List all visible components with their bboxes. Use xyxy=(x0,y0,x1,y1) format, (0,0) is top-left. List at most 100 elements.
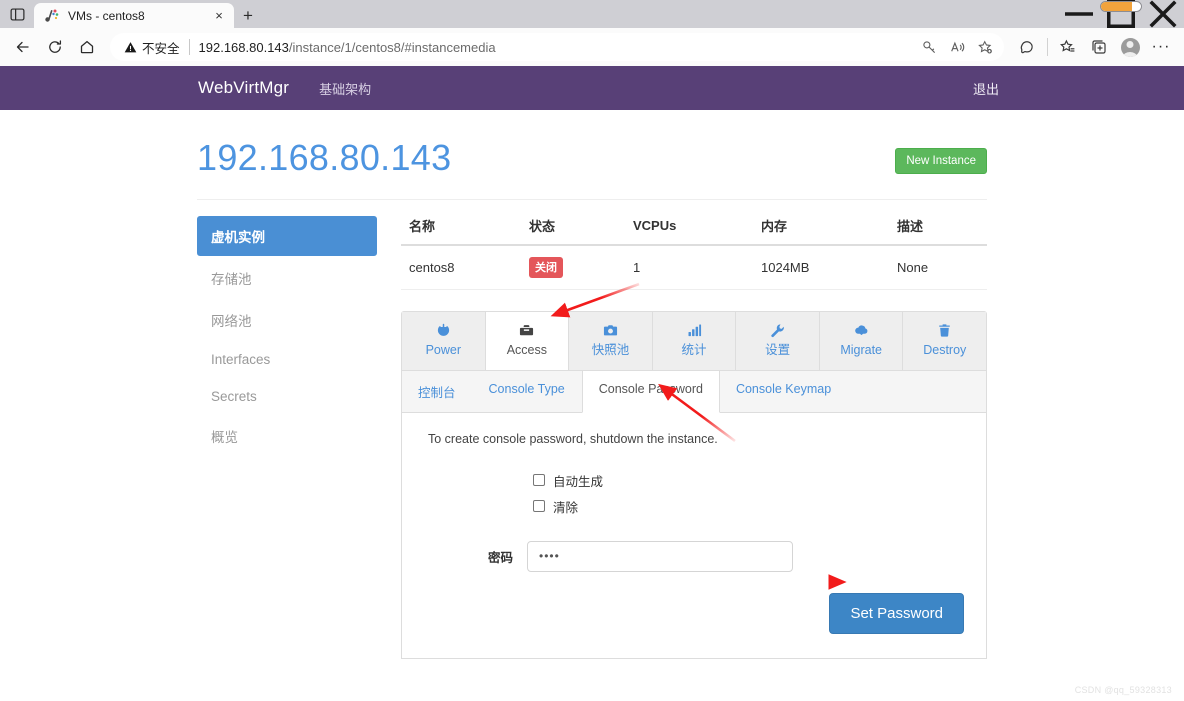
back-arrow-icon[interactable] xyxy=(8,32,38,62)
checkbox-row-clear[interactable]: 清除 xyxy=(422,497,966,516)
subtab-console[interactable]: 控制台 xyxy=(402,371,473,412)
cell-instance-memory: 1024MB xyxy=(753,244,889,290)
address-bar[interactable]: 不安全 192.168.80.143/instance/1/centos8/#i… xyxy=(110,33,1004,61)
tab-access-label: Access xyxy=(506,342,548,357)
power-icon xyxy=(402,321,485,338)
omnibox-actions xyxy=(916,34,998,60)
tab-power-label: Power xyxy=(425,342,461,357)
wrench-icon xyxy=(736,321,819,338)
clear-checkbox[interactable] xyxy=(533,500,545,513)
app-navbar: WebVirtMgr 基础架构 退出 xyxy=(0,66,1184,110)
subtab-console-type[interactable]: Console Type xyxy=(473,371,582,412)
cloud-download-icon xyxy=(820,321,903,338)
subtab-console-keymap[interactable]: Console Keymap xyxy=(720,371,848,412)
column-header-description: 描述 xyxy=(889,215,987,246)
read-aloud-icon[interactable] xyxy=(944,34,970,60)
toolbar-divider xyxy=(1047,38,1048,56)
window-snap-indicator xyxy=(1100,1,1142,12)
watermark-text: CSDN @qq_59328313 xyxy=(1074,685,1172,695)
sidebar-item-interfaces[interactable]: Interfaces xyxy=(197,342,377,377)
sidebar-item-instances[interactable]: 虚机实例 xyxy=(197,215,377,256)
browser-toolbar: 不安全 192.168.80.143/instance/1/centos8/#i… xyxy=(0,28,1184,66)
sidebar-item-overview[interactable]: 概览 xyxy=(197,416,377,456)
home-icon[interactable] xyxy=(72,32,102,62)
camera-icon xyxy=(569,321,652,338)
column-header-state: 状态 xyxy=(521,215,625,246)
app-brand[interactable]: WebVirtMgr xyxy=(198,78,289,98)
add-favorite-star-icon[interactable] xyxy=(972,34,998,60)
tab-snapshots-label: 快照池 xyxy=(591,342,630,357)
nav-link-infrastructure[interactable]: 基础架构 xyxy=(319,79,371,98)
page-container: 192.168.80.143 New Instance 虚机实例 存储池 网络池… xyxy=(197,110,987,659)
window-minimize-button[interactable] xyxy=(1058,0,1100,28)
nav-logout-link[interactable]: 退出 xyxy=(973,79,999,98)
browser-titlebar: VMs - centos8 × + xyxy=(0,0,1184,28)
autogenerate-label: 自动生成 xyxy=(553,474,604,489)
tab-close-icon[interactable]: × xyxy=(210,7,228,25)
tab-statistics-label: 统计 xyxy=(681,342,707,357)
tab-destroy[interactable]: Destroy xyxy=(903,311,987,370)
bar-chart-icon xyxy=(653,321,736,338)
browser-window: VMs - centos8 × + 不安全 192.168.80.143/ins… xyxy=(0,0,1184,701)
autogenerate-checkbox[interactable] xyxy=(533,474,545,487)
tab-settings-label: 设置 xyxy=(765,342,791,357)
url-path: /instance/1/centos8/#instancemedia xyxy=(288,39,496,55)
console-subtabs: 控制台 Console Type Console Password Consol… xyxy=(402,370,986,413)
new-tab-button[interactable]: + xyxy=(234,3,262,28)
collections-icon[interactable] xyxy=(1084,32,1114,62)
tab-destroy-label: Destroy xyxy=(923,342,967,357)
column-header-vcpus: VCPUs xyxy=(625,215,753,246)
subtab-console-password[interactable]: Console Password xyxy=(581,370,720,413)
trash-icon xyxy=(903,321,986,338)
profile-avatar-icon[interactable] xyxy=(1115,32,1145,62)
tab-title: VMs - centos8 xyxy=(68,8,145,23)
content-area: 名称 状态 VCPUs 内存 描述 centos8 关闭 1 1024MB No… xyxy=(377,215,987,659)
tab-snapshots[interactable]: 快照池 xyxy=(569,311,653,370)
cell-instance-description: None xyxy=(889,244,987,290)
password-field-row: 密码 •••• xyxy=(422,540,966,572)
header-divider xyxy=(197,198,987,200)
copilot-icon[interactable] xyxy=(1012,32,1042,62)
omnibox-divider xyxy=(188,39,190,55)
table-row[interactable]: centos8 关闭 1 1024MB None xyxy=(401,244,987,290)
more-dots-icon: ··· xyxy=(1151,38,1171,55)
clear-label: 清除 xyxy=(553,500,579,515)
column-header-memory: 内存 xyxy=(753,215,889,246)
access-panel: 控制台 Console Type Console Password Consol… xyxy=(401,370,987,659)
sidebar-item-network[interactable]: 网络池 xyxy=(197,300,377,340)
tab-migrate-label: Migrate xyxy=(840,342,883,357)
browser-tab[interactable]: VMs - centos8 × xyxy=(34,3,234,28)
toolbar-right-group: ··· xyxy=(1012,32,1176,62)
tab-access[interactable]: Access xyxy=(485,311,570,370)
column-header-name: 名称 xyxy=(401,215,521,246)
tab-sidebar-icon[interactable] xyxy=(0,0,34,28)
key-icon[interactable] xyxy=(916,34,942,60)
tab-power[interactable]: Power xyxy=(402,311,486,370)
window-close-button[interactable] xyxy=(1142,0,1184,28)
tab-settings[interactable]: 设置 xyxy=(736,311,820,370)
table-header-row: 名称 状态 VCPUs 内存 描述 xyxy=(401,215,987,246)
window-maximize-button[interactable] xyxy=(1100,0,1142,28)
cell-instance-vcpus: 1 xyxy=(625,244,753,290)
new-instance-button[interactable]: New Instance xyxy=(895,148,987,174)
password-field-label: 密码 xyxy=(487,550,513,565)
instance-tabstrip: Power Access 快照池 统计 设置 Migrate Destroy xyxy=(401,310,987,371)
shutdown-hint-text: To create console password, shutdown the… xyxy=(428,431,718,446)
cell-instance-name[interactable]: centos8 xyxy=(401,244,521,290)
briefcase-icon xyxy=(486,321,569,338)
url-text: 192.168.80.143/instance/1/centos8/#insta… xyxy=(199,40,910,55)
checkbox-row-autogenerate[interactable]: 自动生成 xyxy=(422,471,966,490)
set-password-button[interactable]: Set Password xyxy=(829,592,964,634)
refresh-icon[interactable] xyxy=(40,32,70,62)
submit-row: Set Password xyxy=(422,592,966,634)
sidebar-item-secrets[interactable]: Secrets xyxy=(197,379,377,414)
warning-triangle-icon[interactable]: 不安全 xyxy=(124,38,180,57)
tab-migrate[interactable]: Migrate xyxy=(819,311,904,370)
sidebar-item-storage[interactable]: 存储池 xyxy=(197,258,377,298)
page-header: 192.168.80.143 New Instance xyxy=(197,138,987,178)
password-input[interactable]: •••• xyxy=(527,540,793,572)
favorites-star-icon[interactable] xyxy=(1053,32,1083,62)
tab-statistics[interactable]: 统计 xyxy=(652,311,737,370)
page-title: 192.168.80.143 xyxy=(197,137,452,178)
settings-more-button[interactable]: ··· xyxy=(1146,32,1176,62)
